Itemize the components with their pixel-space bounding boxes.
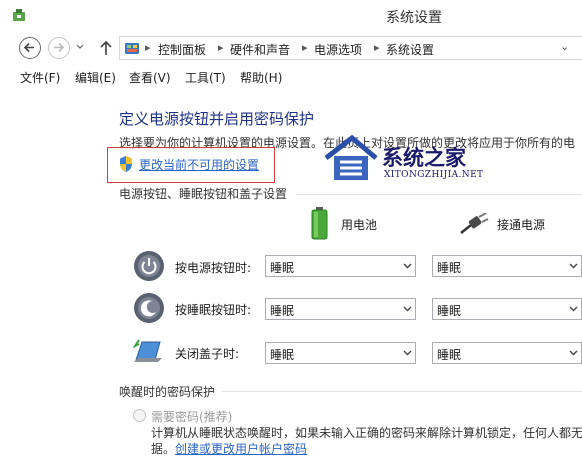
chevron-down-icon — [569, 263, 578, 269]
section-divider — [222, 391, 582, 392]
section-heading-buttons: 电源按钮、睡眠按钮和盖子设置 — [119, 187, 288, 201]
address-bar[interactable]: ▸ 控制面板 ▸ 硬件和声音 ▸ 电源选项 ▸ 系统设置 ⌄ — [119, 36, 582, 60]
section-divider — [296, 194, 582, 195]
section-heading-wake-password: 唤醒时的密码保护 — [119, 385, 216, 399]
change-unavailable-settings-link[interactable]: 更改当前不可用的设置 — [139, 156, 259, 173]
menu-edit[interactable]: 编辑(E) — [75, 69, 116, 86]
menu-file[interactable]: 文件(F) — [20, 69, 60, 86]
wake-password-description: 计算机从睡眠状态唤醒时，如果未输入正确的密码来解除计算机锁定，任何人都无 — [151, 426, 582, 440]
power-button-icon — [134, 251, 164, 281]
breadcrumb-separator-icon[interactable]: ▸ — [302, 41, 308, 54]
laptop-lid-icon — [133, 339, 162, 362]
watermark-logo: 系统之家 XITONGZHIJIA.NET — [322, 130, 522, 186]
back-button[interactable] — [19, 37, 41, 59]
power-button-battery-select[interactable]: 睡眠 — [265, 255, 416, 277]
chevron-down-icon — [403, 263, 412, 269]
forward-button[interactable] — [48, 37, 70, 59]
sleep-button-plugged-select[interactable]: 睡眠 — [432, 298, 582, 320]
lid-close-plugged-select[interactable]: 睡眠 — [432, 342, 582, 364]
lid-close-battery-select[interactable]: 睡眠 — [265, 342, 416, 364]
watermark-subtext: XITONGZHIJIA.NET — [384, 170, 484, 180]
back-arrow-icon — [23, 42, 34, 53]
chevron-down-icon — [569, 306, 578, 312]
up-arrow-icon[interactable] — [98, 39, 114, 57]
chevron-down-icon — [403, 350, 412, 356]
page-title: 定义电源按钮并启用密码保护 — [119, 110, 315, 128]
wake-password-description-line2: 据。创建或更改用户帐户密码 — [151, 440, 307, 456]
select-value: 睡眠 — [437, 348, 462, 362]
sleep-button-battery-select[interactable]: 睡眠 — [265, 298, 416, 320]
recent-pages-chevron-icon[interactable] — [76, 44, 84, 50]
power-button-label: 按电源按钮时: — [175, 261, 252, 275]
breadcrumb-item[interactable]: 硬件和声音 — [230, 41, 290, 58]
menu-help[interactable]: 帮助(H) — [240, 69, 282, 86]
title-bar: 系统设置 — [0, 0, 582, 32]
menu-view[interactable]: 查看(V) — [129, 69, 171, 86]
house-logo-icon — [324, 134, 378, 180]
breadcrumb-separator-icon[interactable]: ▸ — [218, 41, 224, 54]
breadcrumb-separator-icon: ▸ — [145, 41, 151, 54]
sleep-button-icon — [134, 293, 164, 323]
require-password-label: 需要密码(推荐) — [151, 410, 233, 424]
breadcrumb-item[interactable]: 电源选项 — [314, 41, 362, 58]
menu-bar: 文件(F) 编辑(E) 查看(V) 工具(T) 帮助(H) — [0, 64, 582, 88]
chevron-down-icon — [569, 350, 578, 356]
column-battery-label: 用电池 — [341, 218, 378, 232]
select-value: 睡眠 — [270, 304, 295, 318]
window-title: 系统设置 — [386, 10, 442, 26]
lid-close-label: 关闭盖子时: — [175, 347, 240, 361]
menu-tools[interactable]: 工具(T) — [185, 69, 226, 86]
select-value: 睡眠 — [437, 304, 462, 318]
select-value: 睡眠 — [437, 261, 462, 275]
power-options-icon — [13, 9, 25, 21]
battery-icon — [311, 207, 328, 240]
sleep-button-label: 按睡眠按钮时: — [175, 303, 252, 317]
chevron-down-icon — [403, 306, 412, 312]
breadcrumb-item[interactable]: 控制面板 — [158, 41, 206, 58]
forward-arrow-icon — [54, 42, 65, 53]
control-panel-icon — [125, 43, 139, 54]
account-password-link[interactable]: 创建或更改用户帐户密码 — [175, 442, 307, 456]
watermark-text: 系统之家 — [382, 146, 466, 170]
breadcrumb-separator-icon[interactable]: ▸ — [374, 41, 380, 54]
power-plug-icon — [460, 213, 489, 234]
wake-desc-prefix: 据。 — [151, 442, 176, 456]
navigation-bar: ▸ 控制面板 ▸ 硬件和声音 ▸ 电源选项 ▸ 系统设置 ⌄ — [0, 32, 582, 64]
select-value: 睡眠 — [270, 261, 295, 275]
select-value: 睡眠 — [270, 348, 295, 362]
uac-shield-icon — [120, 156, 132, 172]
column-plugged-label: 接通电源 — [497, 218, 546, 232]
address-dropdown-icon[interactable]: ⌄ — [560, 40, 569, 53]
require-password-radio[interactable] — [133, 409, 146, 422]
breadcrumb-item[interactable]: 系统设置 — [386, 41, 434, 58]
power-button-plugged-select[interactable]: 睡眠 — [432, 255, 582, 277]
